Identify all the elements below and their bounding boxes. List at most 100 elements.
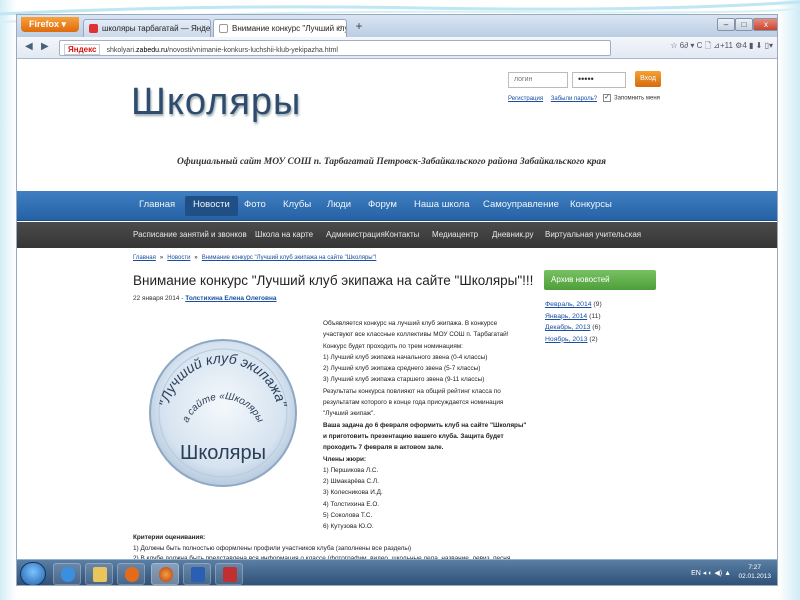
site-subtitle: Официальный сайт МОУ СОШ п. Тарбагатай П…	[177, 157, 607, 167]
article-body-line: "Лучший экипаж".	[323, 410, 376, 418]
menu-item-home[interactable]: Главная	[139, 199, 175, 210]
article-body-line: Объявляется конкурс на лучший клуб экипа…	[323, 320, 498, 327]
password-input[interactable]: •••••	[572, 72, 626, 88]
article-body-line: 6) Кутузова Ю.О.	[323, 523, 374, 531]
login-input[interactable]: логин	[508, 72, 568, 88]
toolbar-icons[interactable]: ☆ 6∂ ▾ C 🗋 ⊿+11 ⚙4 ▮ ⬇ ▯▾	[670, 40, 773, 54]
menu-item-self-government[interactable]: Самоуправление	[483, 199, 559, 210]
forward-arrow-icon[interactable]: ▶	[41, 41, 49, 52]
article-title: Внимание конкурс "Лучший клуб экипажа на…	[133, 273, 534, 288]
firefox-icon	[159, 567, 173, 582]
tab-contest-article[interactable]: Внимание конкурс "Лучший клуб э... ×	[213, 19, 347, 37]
article-body-line: участвуют все классные коллективы МОУ СО…	[323, 331, 509, 339]
tab-label: Внимание конкурс "Лучший клуб э...	[232, 24, 346, 33]
article-meta: 22 января 2014 - Толстихина Елена Олегов…	[133, 295, 277, 302]
close-tab-icon[interactable]: ×	[337, 23, 342, 32]
archive-month-link[interactable]: Декабрь, 2013	[545, 324, 590, 331]
menu-item-forum[interactable]: Форум	[368, 199, 397, 210]
submenu-item-virtual-teachers-room[interactable]: Виртуальная учительская	[545, 230, 641, 239]
submenu-item-school-map[interactable]: Школа на карте	[255, 230, 313, 239]
article-author-link[interactable]: Толстихина Елена Олеговна	[185, 295, 276, 302]
forgot-password-link[interactable]: Забыли пароль?	[551, 96, 597, 102]
site-logo[interactable]: Школяры	[131, 81, 301, 124]
close-tab-icon[interactable]: ×	[201, 23, 206, 32]
yandex-favicon-icon	[89, 24, 98, 33]
article-body-line: Ваша задача до 6 февраля оформить клуб н…	[323, 421, 527, 429]
article-body-line: проходить 7 февраля в актовом зале.	[323, 444, 444, 452]
clock-time: 7:27	[748, 564, 762, 571]
taskbar-word[interactable]	[183, 563, 211, 585]
remember-label: Запомнить меня	[614, 95, 660, 102]
page-favicon-icon	[219, 24, 228, 33]
archive-item: Февраль, 2014 (9)	[545, 299, 602, 311]
archive-count: (9)	[593, 301, 602, 308]
word-icon	[191, 567, 205, 582]
minimize-button[interactable]: –	[717, 18, 735, 31]
firefox-menu-label: Firefox	[29, 19, 60, 29]
taskbar-media-player[interactable]	[117, 563, 145, 585]
article-body-line: 3) Лучший клуб экипажа старшего звена (9…	[323, 376, 485, 384]
url-domain: zabedu.ru	[136, 47, 168, 54]
register-link[interactable]: Регистрация	[508, 96, 543, 102]
breadcrumb-separator: »	[159, 255, 164, 261]
firefox-menu-button[interactable]: Firefox ▾	[21, 17, 79, 32]
new-tab-button[interactable]: +	[350, 19, 368, 35]
address-bar[interactable]: Яндекс shkolyari.zabedu.ru/novosti/vniman…	[59, 40, 611, 56]
slide-frame-right	[778, 0, 800, 600]
yandex-badge: Яндекс	[64, 44, 101, 55]
breadcrumb-current[interactable]: Внимание конкурс "Лучший клуб экипажа на…	[202, 255, 377, 261]
taskbar-ie[interactable]	[53, 563, 81, 585]
submenu-item-media-center[interactable]: Медиацентр	[432, 230, 478, 239]
taskbar-clock[interactable]: 7:27 02.01.2013	[738, 563, 771, 581]
menu-item-our-school[interactable]: Наша школа	[414, 199, 469, 210]
url-prefix: shkolyari.	[106, 47, 137, 54]
clock-date: 02.01.2013	[738, 573, 771, 580]
menu-item-clubs[interactable]: Клубы	[283, 199, 311, 210]
submenu-item-administration[interactable]: АдминистрацияКонтакты	[326, 230, 419, 239]
taskbar-explorer[interactable]	[85, 563, 113, 585]
maximize-button[interactable]: □	[735, 18, 753, 31]
remember-checkbox[interactable]: ✓	[603, 94, 611, 102]
archive-item: Январь, 2014 (11)	[545, 311, 602, 323]
menu-item-contests[interactable]: Конкурсы	[570, 199, 612, 210]
article-body-line: 3) Колесникова И.Д.	[323, 489, 383, 497]
article-body-line: 1) Лучший клуб экипажа начального звена …	[323, 353, 488, 361]
breadcrumb-separator: »	[194, 255, 198, 261]
breadcrumb: Главная» Новости» Внимание конкурс "Лучший…	[133, 255, 376, 261]
news-archive-header: Архив новостей	[544, 270, 656, 290]
start-button[interactable]	[20, 562, 46, 585]
breadcrumb-news[interactable]: Новости	[167, 255, 190, 261]
archive-month-link[interactable]: Февраль, 2014	[545, 301, 592, 308]
app-icon	[223, 567, 237, 582]
article-body-line: 1) Першикова Л.С.	[323, 466, 379, 474]
system-tray[interactable]: EN ◂ ◐ ◀) ▲	[691, 569, 731, 577]
tab-label: школяры тарбагатай — Яндекс: на...	[102, 24, 211, 33]
article-body-line: Члены жюри:	[323, 455, 367, 463]
screenshot-window: Firefox ▾ школяры тарбагатай — Яндекс: н…	[16, 14, 778, 586]
folder-icon	[93, 567, 107, 582]
archive-month-link[interactable]: Ноябрь, 2013	[545, 336, 587, 343]
article-body-line: 4) Толстихина Е.О.	[323, 500, 380, 508]
club-stamp-image: "Лучший клуб экипажа" на сайте «Школяры»…	[147, 337, 297, 487]
submenu-item-schedule[interactable]: Расписание занятий и звонков	[133, 230, 247, 239]
breadcrumb-home[interactable]: Главная	[133, 255, 156, 261]
taskbar-firefox[interactable]	[151, 563, 179, 585]
archive-month-link[interactable]: Январь, 2014	[545, 313, 587, 320]
taskbar-app[interactable]	[215, 563, 243, 585]
criteria-line: 1) Должны быть полностью оформлены профи…	[133, 544, 412, 552]
remember-me[interactable]: ✓ Запомнить меня	[603, 94, 660, 102]
menu-item-news[interactable]: Новости	[185, 196, 238, 216]
windows-taskbar: EN ◂ ◐ ◀) ▲ 7:27 02.01.2013	[17, 559, 777, 585]
archive-count: (2)	[589, 335, 598, 343]
article-body-line: 2) Шмакарёва С.Л.	[323, 478, 379, 486]
news-archive-list: Февраль, 2014 (9) Январь, 2014 (11) Декабр…	[545, 299, 602, 345]
login-button[interactable]: Вход	[635, 71, 661, 87]
close-window-button[interactable]: x	[753, 18, 777, 31]
menu-item-photo[interactable]: Фото	[244, 199, 266, 210]
submenu-item-diary[interactable]: Дневник.ру	[492, 230, 534, 239]
back-arrow-icon[interactable]: ◀	[25, 41, 33, 52]
browser-navbar: ◀ ▶ Яндекс shkolyari.zabedu.ru/novosti/vn…	[17, 37, 777, 59]
tab-yandex-search[interactable]: школяры тарбагатай — Яндекс: на... ×	[83, 19, 211, 37]
auth-links: Регистрация Забыли пароль?	[508, 96, 603, 102]
menu-item-people[interactable]: Люди	[327, 199, 351, 210]
